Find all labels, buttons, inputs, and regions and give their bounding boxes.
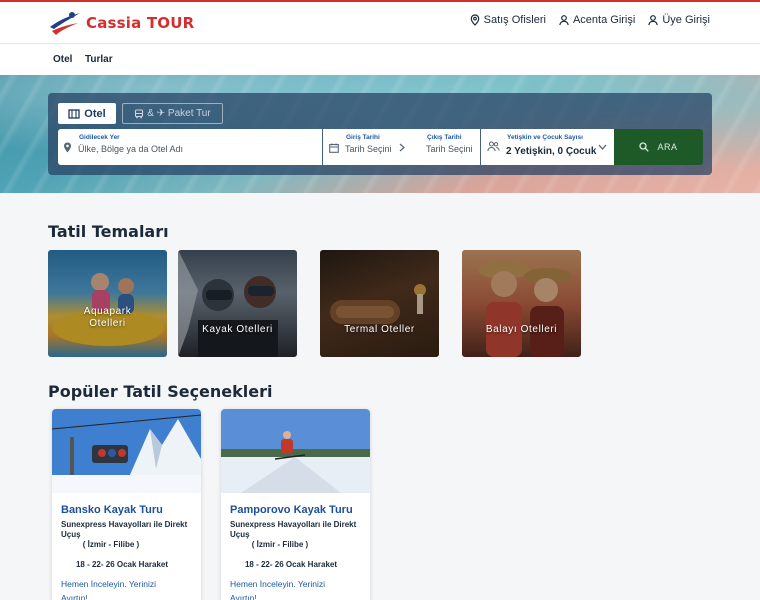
location-pin-icon: [64, 142, 71, 153]
tour-card-bansko[interactable]: Bansko Kayak Turu Sunexpress Havayolları…: [52, 409, 201, 600]
tour-route: ( İzmir - Filibe ): [82, 540, 140, 549]
theme-card-ski[interactable]: Kayak Otelleri: [178, 250, 297, 357]
sales-offices-label: Satış Ofisleri: [483, 14, 546, 26]
tour-title[interactable]: Pamporovo Kayak Turu: [230, 504, 353, 516]
tab-hotel-label: Otel: [84, 107, 106, 120]
tour-description: Sunexpress Havayolları ile Direkt Uçuş: [230, 520, 357, 539]
bus-icon: [135, 108, 144, 118]
chevron-right-icon: [399, 143, 405, 152]
agency-login-link[interactable]: Acenta Girişi: [558, 14, 635, 26]
date-field[interactable]: Giriş Tarihi Tarih Seçini Çıkış Tarihi T…: [323, 129, 480, 165]
tour-cta-link[interactable]: Hemen İnceleyin. Yerinizi Ayırtın!: [230, 577, 350, 600]
search-fields: Gidilecek Yer Ülke, Bölge ya da Otel Adı…: [58, 129, 703, 165]
tour-cta-link[interactable]: Hemen İnceleyin. Yerinizi Ayırtın!: [61, 577, 181, 600]
site-logo[interactable]: Cassia TOUR: [48, 8, 194, 38]
bansko-tour-image: [52, 409, 201, 493]
checkin-label: Giriş Tarihi: [346, 134, 380, 141]
logo-figure-icon: [50, 12, 80, 35]
user-icon: [559, 15, 569, 26]
theme-label-line1: Balayı Otelleri: [485, 324, 558, 335]
destination-field[interactable]: Gidilecek Yer Ülke, Bölge ya da Otel Adı: [58, 129, 322, 165]
tab-package-label: & ✈ Paket Tur: [147, 108, 211, 119]
theme-label-line1: Kayak Otelleri: [202, 324, 273, 335]
member-login-label: Üye Girişi: [662, 14, 710, 26]
tour-title[interactable]: Bansko Kayak Turu: [61, 504, 163, 516]
sub-navigation: Otel Turlar: [0, 43, 760, 75]
search-button-label: ARA: [657, 142, 678, 152]
tab-package-tour[interactable]: & ✈ Paket Tur: [122, 103, 223, 124]
search-button[interactable]: ARA: [614, 129, 703, 165]
checkin-value[interactable]: Tarih Seçini: [345, 144, 392, 154]
theme-overlay: [178, 250, 297, 357]
users-icon: [487, 141, 500, 152]
destination-label: Gidilecek Yer: [79, 134, 120, 141]
tour-route: ( İzmir - Filibe ): [251, 540, 309, 549]
site-header: Cassia TOUR Satış Ofisleri Acenta Girişi…: [0, 2, 760, 43]
tour-dates: 18 - 22- 26 Ocak Haraket: [75, 560, 169, 569]
logo-text: Cassia TOUR: [86, 14, 195, 32]
top-navigation: Satış Ofisleri Acenta Girişi Üye Girişi: [469, 14, 710, 26]
theme-overlay: [48, 250, 167, 357]
theme-label-line2: Otelleri: [89, 318, 126, 329]
pamporovo-tour-image: [221, 409, 370, 493]
popular-title: Popüler Tatil Seçenekleri: [48, 382, 273, 401]
destination-input[interactable]: Ülke, Bölge ya da Otel Adı: [78, 144, 183, 154]
theme-overlay: [462, 250, 581, 357]
search-icon: [639, 142, 650, 152]
building-icon: [68, 109, 80, 119]
user-icon: [648, 15, 659, 26]
subnav-otel[interactable]: Otel: [53, 54, 72, 65]
theme-card-thermal[interactable]: Termal Oteller: [320, 250, 439, 357]
guests-label: Yetişkin ve Çocuk Sayısı: [507, 134, 583, 141]
theme-label-line1: Termal Oteller: [344, 324, 415, 335]
guests-field[interactable]: Yetişkin ve Çocuk Sayısı 2 Yetişkin, 0 Ç…: [481, 129, 614, 165]
calendar-icon: [329, 143, 339, 153]
checkout-value[interactable]: Tarih Seçini: [426, 144, 473, 154]
sales-offices-link[interactable]: Satış Ofisleri: [469, 14, 546, 26]
tour-description: Sunexpress Havayolları ile Direkt Uçuş: [61, 520, 188, 539]
theme-overlay: [320, 250, 439, 357]
agency-login-label: Acenta Girişi: [572, 14, 636, 26]
chevron-down-icon: [598, 144, 607, 150]
subnav-turlar[interactable]: Turlar: [85, 54, 113, 65]
member-login-link[interactable]: Üye Girişi: [647, 14, 710, 26]
themes-title: Tatil Temaları: [48, 222, 169, 241]
theme-card-aquapark[interactable]: Aquapark Otelleri: [48, 250, 167, 357]
guests-value[interactable]: 2 Yetişkin, 0 Çocuk: [506, 146, 596, 157]
location-pin-icon: [470, 14, 479, 26]
tour-dates: 18 - 22- 26 Ocak Haraket: [244, 560, 338, 569]
tour-card-pamporovo[interactable]: Pamporovo Kayak Turu Sunexpress Havayoll…: [221, 409, 370, 600]
theme-label-line1: Aquapark: [83, 306, 132, 317]
checkout-label: Çıkış Tarihi: [427, 134, 462, 141]
theme-card-honeymoon[interactable]: Balayı Otelleri: [462, 250, 581, 357]
tab-hotel[interactable]: Otel: [58, 103, 116, 124]
search-panel: Otel & ✈ Paket Tur Gidilecek Yer Ülke, B…: [48, 93, 712, 175]
